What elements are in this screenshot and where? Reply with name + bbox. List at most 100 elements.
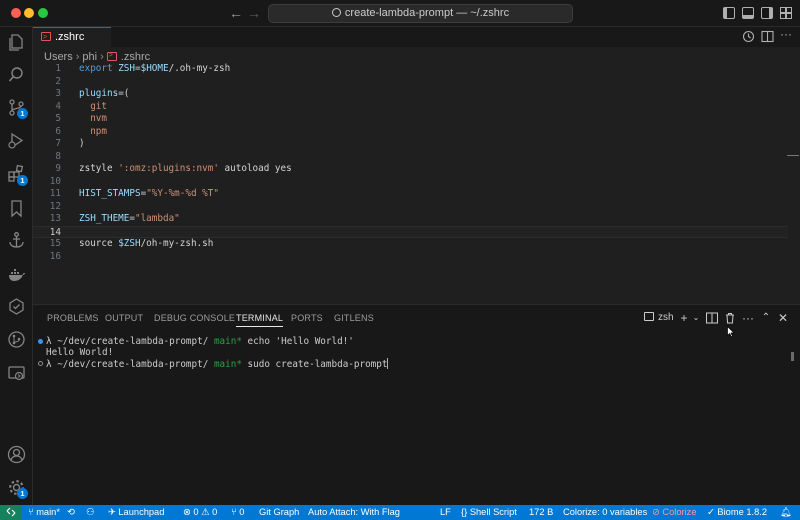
line-number: 9 bbox=[55, 163, 61, 174]
colorize-status[interactable]: Colorize: 0 variables bbox=[563, 505, 647, 520]
split-editor-icon[interactable] bbox=[761, 30, 774, 43]
command-center[interactable]: create-lambda-prompt — ~/.zshrc bbox=[268, 4, 573, 23]
toggle-primary-sidebar-icon[interactable] bbox=[723, 7, 735, 19]
code-line: 15 source $ZSH/oh-my-zsh.sh bbox=[33, 238, 788, 251]
tab-problems[interactable]: PROBLEMS bbox=[47, 313, 99, 323]
code-line: 11 HIST_STAMPS="%Y-%m-%d %T" bbox=[33, 188, 788, 201]
minimap-slider[interactable] bbox=[787, 155, 799, 156]
more-actions-icon[interactable]: ··· bbox=[741, 311, 755, 325]
code-line: 16 bbox=[33, 251, 788, 264]
tab-output[interactable]: OUTPUT bbox=[105, 313, 143, 323]
docker-icon[interactable] bbox=[7, 265, 26, 284]
maximize-panel-icon[interactable]: ⌃ bbox=[759, 311, 773, 325]
colorize-toggle[interactable]: ⊘ Colorize bbox=[652, 505, 697, 520]
ports-status[interactable]: ⑂ 0 bbox=[231, 505, 244, 520]
files-icon[interactable] bbox=[7, 33, 26, 52]
terminal[interactable]: λ ~/dev/create-lambda-prompt/ main* echo… bbox=[33, 335, 800, 500]
line-number: 8 bbox=[55, 150, 61, 162]
tab-ports[interactable]: PORTS bbox=[291, 313, 323, 323]
sync-icon[interactable]: ⟲ bbox=[67, 505, 75, 520]
remote-explorer-icon[interactable] bbox=[7, 364, 26, 383]
tab-zshrc[interactable]: .zshrc bbox=[33, 27, 111, 47]
tab-terminal[interactable]: TERMINAL bbox=[236, 313, 284, 327]
back-arrow-icon[interactable]: ← bbox=[228, 5, 244, 21]
breadcrumb-item[interactable]: phi bbox=[82, 51, 97, 63]
code-line: 3 plugins=( bbox=[33, 88, 788, 101]
chevron-down-icon[interactable]: ⌄ bbox=[689, 311, 703, 325]
line-number: 11 bbox=[49, 188, 61, 199]
chevron-right-icon: › bbox=[100, 51, 104, 63]
timeline-icon[interactable] bbox=[742, 30, 755, 43]
code-line: 2 bbox=[33, 76, 788, 89]
branch-status[interactable]: ⑂ main* bbox=[28, 505, 60, 520]
toggle-panel-icon[interactable] bbox=[742, 7, 754, 19]
account-icon[interactable] bbox=[7, 445, 26, 464]
activity-bar: 1 1 1 bbox=[0, 27, 33, 505]
code-line: 6 npm bbox=[33, 126, 788, 139]
terminal-line: λ ~/dev/create-lambda-prompt/ main* echo… bbox=[46, 336, 354, 347]
gitlens-icon[interactable] bbox=[7, 330, 26, 349]
terminal-line: λ ~/dev/create-lambda-prompt/ main* sudo… bbox=[46, 358, 389, 370]
line-number: 2 bbox=[55, 75, 61, 87]
terminal-name: zsh bbox=[658, 312, 674, 323]
trash-icon[interactable] bbox=[723, 311, 737, 325]
minimize-window-button[interactable] bbox=[24, 8, 34, 18]
customize-layout-icon[interactable] bbox=[780, 7, 792, 19]
line-number: 1 bbox=[55, 63, 61, 74]
gear-icon[interactable]: 1 bbox=[7, 478, 28, 499]
close-icon[interactable]: ✕ bbox=[776, 311, 790, 325]
code-line-current: 14 bbox=[33, 225, 788, 238]
shell-file-icon bbox=[41, 29, 51, 47]
title-bar: ← → create-lambda-prompt — ~/.zshrc bbox=[0, 0, 800, 27]
launchpad-status[interactable]: ✈ Launchpad bbox=[108, 505, 164, 520]
port-icon: ⑂ bbox=[231, 507, 237, 517]
tab-debug-console[interactable]: DEBUG CONSOLE bbox=[154, 313, 235, 323]
source-control-icon[interactable]: 1 bbox=[7, 98, 28, 119]
warning-icon: ⚠ bbox=[201, 507, 210, 517]
code-line: 13 ZSH_THEME="lambda" bbox=[33, 213, 788, 226]
command-pending-dot bbox=[38, 361, 43, 366]
tab-label: .zshrc bbox=[55, 31, 85, 43]
biome-status[interactable]: ✓ Biome 1.8.2 bbox=[707, 505, 767, 520]
check-icon: ✓ bbox=[707, 507, 715, 517]
bookmark-icon[interactable] bbox=[7, 199, 26, 218]
search-icon bbox=[331, 8, 341, 17]
rocket-icon: ✈ bbox=[108, 507, 116, 517]
breadcrumb: Users›phi›.zshrc bbox=[44, 49, 150, 64]
breadcrumb-item[interactable]: .zshrc bbox=[121, 51, 150, 63]
close-window-button[interactable] bbox=[11, 8, 21, 18]
breadcrumb-item[interactable]: Users bbox=[44, 51, 73, 63]
line-number: 5 bbox=[55, 113, 61, 124]
eol-status[interactable]: LF bbox=[440, 505, 451, 520]
line-number: 12 bbox=[49, 200, 61, 212]
more-actions-icon[interactable]: ··· bbox=[780, 27, 792, 41]
terminal-selector[interactable]: zsh bbox=[644, 312, 674, 323]
search-icon[interactable] bbox=[7, 65, 26, 84]
toggle-secondary-sidebar-icon[interactable] bbox=[761, 7, 773, 19]
file-size-status: 172 B bbox=[529, 507, 554, 517]
tab-gitlens[interactable]: GITLENS bbox=[334, 313, 374, 323]
forward-arrow-icon[interactable]: → bbox=[246, 5, 262, 21]
line-number: 15 bbox=[49, 238, 61, 249]
git-graph-status[interactable]: Git Graph bbox=[259, 505, 299, 520]
auto-attach-status[interactable]: Auto Attach: With Flag bbox=[308, 505, 400, 520]
extensions-icon[interactable]: 1 bbox=[7, 164, 28, 186]
gitlens-status-icon[interactable]: ⚇ bbox=[86, 505, 94, 520]
testing-icon[interactable] bbox=[7, 297, 26, 316]
anchor-icon[interactable] bbox=[7, 231, 26, 250]
terminal-scrollbar[interactable] bbox=[791, 352, 794, 361]
editor-tab-bar: .zshrc ··· bbox=[33, 27, 800, 47]
line-number: 6 bbox=[55, 125, 61, 137]
zoom-window-button[interactable] bbox=[38, 8, 48, 18]
code-line: 1 export ZSH=$HOME/.oh-my-zsh bbox=[33, 63, 788, 76]
problems-status[interactable]: ⊗ 0 ⚠ 0 bbox=[183, 505, 217, 520]
line-number: 16 bbox=[49, 250, 61, 262]
split-terminal-icon[interactable] bbox=[705, 311, 719, 325]
code-editor[interactable]: 1 export ZSH=$HOME/.oh-my-zsh 2 3 plugins=… bbox=[33, 63, 800, 303]
remote-indicator[interactable] bbox=[0, 505, 22, 520]
window-title: create-lambda-prompt — ~/.zshrc bbox=[344, 7, 510, 19]
notifications-icon[interactable]: 🔔︎ bbox=[780, 505, 792, 520]
line-number: 7 bbox=[55, 138, 61, 149]
run-debug-icon[interactable] bbox=[7, 131, 26, 150]
language-status[interactable]: {} Shell Script bbox=[461, 505, 517, 520]
